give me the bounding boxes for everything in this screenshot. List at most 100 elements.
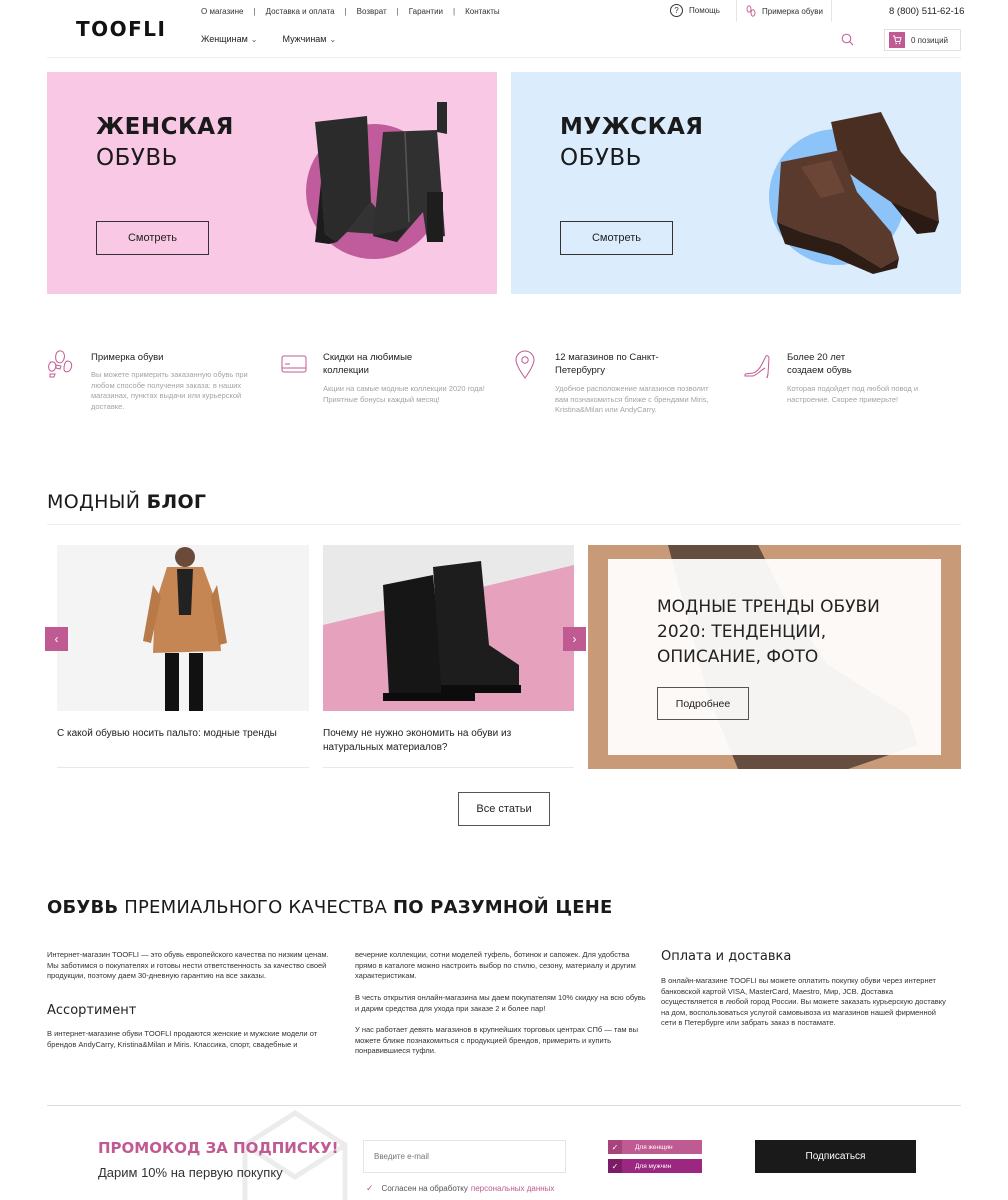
banner-title: МУЖСКАЯ <box>560 114 704 140</box>
blog-card-image[interactable] <box>323 545 574 711</box>
blog-heading-light: МОДНЫЙ <box>47 491 147 513</box>
women-boots-image <box>315 102 447 244</box>
cart-count: 0 позиций <box>911 35 949 45</box>
cart-icon <box>889 32 905 48</box>
nav-men-label: Мужчинам <box>282 34 327 44</box>
divider <box>47 524 961 525</box>
help-link[interactable]: ? Помощь <box>670 4 720 17</box>
email-input[interactable] <box>363 1140 566 1173</box>
feature-description: Удобное расположение магазинов позволит … <box>555 384 709 415</box>
top-link-warranty[interactable]: Гарантии <box>409 7 443 16</box>
blog-card-image[interactable] <box>57 545 309 711</box>
feature-description: Акции на самые модные коллекции 2020 год… <box>323 384 485 404</box>
feature-description: Которая подойдет под любой повод и настр… <box>787 384 919 404</box>
top-link-contacts[interactable]: Контакты <box>465 7 500 16</box>
fitting-label: Примерка обуви <box>762 6 823 16</box>
chevron-down-icon: ⌄ <box>250 34 258 44</box>
high-heel-icon <box>744 355 770 379</box>
for-men-checkbox[interactable]: ✓ Для мужчин <box>608 1159 702 1173</box>
featured-panel: МОДНЫЕ ТРЕНДЫ ОБУВИ 2020: ТЕНДЕНЦИИ, ОПИ… <box>608 559 941 755</box>
carousel-next-button[interactable]: › <box>563 627 586 651</box>
cart-button[interactable]: 0 позиций <box>884 29 961 51</box>
phone-number[interactable]: 8 (800) 511-62-16 <box>889 6 964 17</box>
top-link-returns[interactable]: Возврат <box>357 7 387 16</box>
model-in-coat-image <box>143 547 227 711</box>
featured-article[interactable]: МОДНЫЕ ТРЕНДЫ ОБУВИ 2020: ТЕНДЕНЦИИ, ОПИ… <box>588 545 961 769</box>
top-link-delivery[interactable]: Доставка и оплата <box>266 7 335 16</box>
boots-on-pink-image <box>323 545 574 711</box>
top-links: О магазине | Доставка и оплата | Возврат… <box>201 7 500 16</box>
about-paragraph: Интернет-магазин TOOFLI — это обувь евро… <box>47 950 329 980</box>
chevron-left-icon: ‹ <box>54 632 59 646</box>
for-women-checkbox[interactable]: ✓ Для женщин <box>608 1140 702 1154</box>
chevron-right-icon: › <box>572 632 577 646</box>
consent-label: Согласен на обработку <box>381 1184 468 1193</box>
women-view-button[interactable]: Смотреть <box>96 221 209 255</box>
feature-description: Вы можете примерить заказанную обувь при… <box>91 370 248 411</box>
question-icon: ? <box>670 4 683 17</box>
men-view-button[interactable]: Смотреть <box>560 221 673 255</box>
women-banner[interactable]: ЖЕНСКАЯ ОБУВЬ Смотреть <box>47 72 497 294</box>
nav-women[interactable]: Женщинам ⌄ <box>201 34 257 44</box>
nav-men[interactable]: Мужчинам ⌄ <box>282 34 336 44</box>
separator: | <box>253 7 256 16</box>
payment-heading: Оплата и доставка <box>661 949 792 964</box>
logo[interactable]: TOOFLI <box>76 17 167 41</box>
divider <box>47 57 961 58</box>
for-men-label: Для мужчин <box>635 1162 672 1170</box>
banner-title: ЖЕНСКАЯ <box>96 114 234 140</box>
separator: | <box>344 7 347 16</box>
discount-card-icon <box>281 355 307 373</box>
chevron-down-icon: ⌄ <box>329 34 337 44</box>
consent-checkbox[interactable]: ✓ Согласен на обработку персональных дан… <box>366 1183 554 1194</box>
search-icon[interactable] <box>841 33 854 46</box>
all-articles-button[interactable]: Все статьи <box>458 792 550 826</box>
subscribe-button[interactable]: Подписаться <box>755 1140 916 1173</box>
carousel-prev-button[interactable]: ‹ <box>45 627 68 651</box>
check-icon: ✓ <box>608 1159 622 1173</box>
blog-heading-bold: БЛОГ <box>146 491 207 513</box>
premium-heading-bold: ПО РАЗУМНОЙ ЦЕНЕ <box>392 897 613 918</box>
promo-subtitle: Дарим 10% на первую покупку <box>98 1165 283 1180</box>
separator: | <box>453 7 456 16</box>
main-nav: Женщинам ⌄ Мужчинам ⌄ <box>201 34 361 44</box>
location-pin-icon <box>515 350 535 379</box>
payment-paragraph: В онлайн-магазине TOOFLI вы можете оплат… <box>661 976 946 1027</box>
feature-title: Примерка обуви <box>91 352 164 363</box>
premium-heading: ОБУВЬ ПРЕМИАЛЬНОГО КАЧЕСТВА ПО РАЗУМНОЙ … <box>47 897 613 918</box>
feature-title: 12 магазинов по Санкт-Петербургу <box>555 352 659 376</box>
footprints-icon <box>746 5 756 17</box>
stores-paragraph: У нас работает девять магазинов в крупне… <box>355 1025 639 1055</box>
for-women-label: Для женщин <box>635 1143 673 1151</box>
premium-heading-light: ПРЕМИАЛЬНОГО КАЧЕСТВА <box>118 897 393 918</box>
divider <box>736 0 737 22</box>
divider <box>323 767 574 768</box>
separator: | <box>396 7 399 16</box>
divider <box>57 767 309 768</box>
site-header: TOOFLI О магазине | Доставка и оплата | … <box>0 0 1008 58</box>
men-banner[interactable]: МУЖСКАЯ ОБУВЬ Смотреть <box>511 72 961 294</box>
feature-title: Более 20 лет создаем обувь <box>787 352 852 376</box>
featured-title: МОДНЫЕ ТРЕНДЫ ОБУВИ 2020: ТЕНДЕНЦИИ, ОПИ… <box>657 597 880 667</box>
divider <box>831 0 832 22</box>
nav-women-label: Женщинам <box>201 34 248 44</box>
discount-paragraph: В честь открытия онлайн-магазина мы даем… <box>355 993 646 1013</box>
promo-title: ПРОМОКОД ЗА ПОДПИСКУ! <box>98 1139 339 1157</box>
collections-paragraph: вечерние коллекции, сотни моделей туфель… <box>355 950 636 980</box>
blog-card-caption[interactable]: Почему не нужно экономить на обуви из на… <box>323 727 553 755</box>
premium-heading-bold: ОБУВЬ <box>47 897 119 918</box>
top-link-about[interactable]: О магазине <box>201 7 244 16</box>
fitting-link[interactable]: Примерка обуви <box>746 5 823 17</box>
blog-heading: МОДНЫЙ БЛОГ <box>47 491 206 513</box>
read-more-button[interactable]: Подробнее <box>657 687 749 720</box>
banner-subtitle: ОБУВЬ <box>96 145 178 171</box>
banner-subtitle: ОБУВЬ <box>560 145 642 171</box>
help-label: Помощь <box>689 6 720 15</box>
men-boots-image <box>777 112 939 274</box>
feature-title: Скидки на любимые коллекции <box>323 352 413 376</box>
blog-card-caption[interactable]: С какой обувью носить пальто: модные тре… <box>57 727 297 741</box>
privacy-link[interactable]: персональных данных <box>471 1184 555 1193</box>
check-icon: ✓ <box>366 1183 374 1193</box>
assortment-heading: Ассортимент <box>47 1003 137 1018</box>
check-icon: ✓ <box>608 1140 622 1154</box>
